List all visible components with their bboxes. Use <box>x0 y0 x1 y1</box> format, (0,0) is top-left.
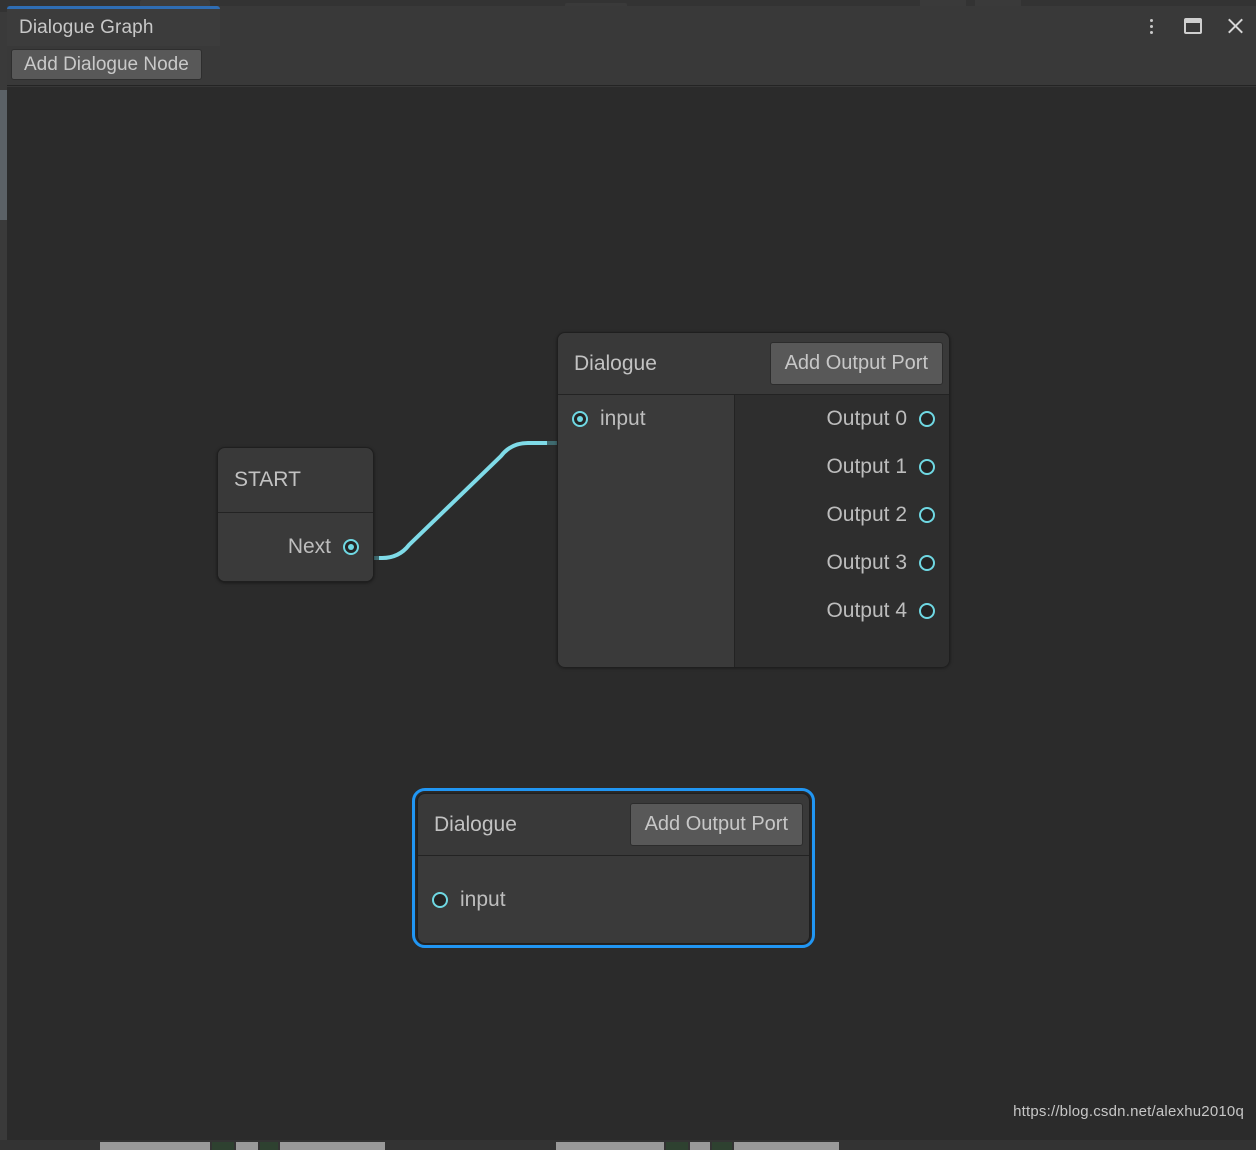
port-row-input[interactable]: input <box>558 395 734 443</box>
port-label-output-4: Output 4 <box>826 599 907 622</box>
port-label-input: input <box>600 407 646 430</box>
port-dot-input[interactable] <box>572 411 588 427</box>
port-row-next[interactable]: Next <box>218 513 373 581</box>
outer-bottom-ghost-c <box>236 1142 258 1150</box>
node-dialogue-1-title: Dialogue <box>574 351 657 375</box>
outer-bottom-ghost-e <box>280 1142 385 1150</box>
port-label-output-1: Output 1 <box>826 455 907 478</box>
port-dot-output-2[interactable] <box>919 507 935 523</box>
port-row-output-4[interactable]: Output 4 <box>735 587 949 635</box>
outer-bottom-ghost-j <box>734 1142 839 1150</box>
port-dot-output-3[interactable] <box>919 555 935 571</box>
node-start-output-column: Next <box>218 513 373 581</box>
watermark-text: https://blog.csdn.net/alexhu2010q <box>1013 1103 1244 1120</box>
port-dot-next[interactable] <box>343 539 359 555</box>
node-start-title: START <box>234 468 301 491</box>
port-dot-output-1[interactable] <box>919 459 935 475</box>
port-row-output-1[interactable]: Output 1 <box>735 443 949 491</box>
node-dialogue-1[interactable]: Dialogue Add Output Port input Output 0 <box>557 332 950 667</box>
outer-bottom-ghost-f <box>556 1142 664 1150</box>
node-dialogue-2-input-column: input <box>418 856 809 943</box>
add-output-port-button-1[interactable]: Add Output Port <box>769 342 943 385</box>
outer-bottom-ghost-h <box>690 1142 710 1150</box>
tab-label: Dialogue Graph <box>19 16 154 38</box>
port-row-output-0[interactable]: Output 0 <box>735 395 949 443</box>
graph-toolbar: Add Dialogue Node <box>7 46 1256 86</box>
node-start[interactable]: START Next <box>217 447 374 582</box>
node-start-body: Next <box>218 513 373 581</box>
window-tab-bar: Dialogue Graph <box>7 6 1256 46</box>
node-dialogue-2-body: input <box>418 856 809 943</box>
outer-bottom-ghost-i <box>712 1142 732 1150</box>
outer-editor-bottom-strip <box>0 1140 1256 1150</box>
kebab-menu-icon[interactable] <box>1138 13 1164 39</box>
node-dialogue-2[interactable]: Dialogue Add Output Port input <box>412 788 815 948</box>
graph-canvas[interactable]: START Next Dialogue Add Output Port inpu… <box>7 87 1256 1140</box>
close-icon[interactable] <box>1222 13 1248 39</box>
node-start-title-bar: START <box>218 448 373 513</box>
port-dot-output-0[interactable] <box>919 411 935 427</box>
port-label-output-3: Output 3 <box>826 551 907 574</box>
port-dot-input-2[interactable] <box>432 891 448 908</box>
node-dialogue-1-body: input Output 0 Output 1 Output 2 Output … <box>558 395 949 667</box>
add-dialogue-node-button[interactable]: Add Dialogue Node <box>11 49 202 80</box>
port-row-output-2[interactable]: Output 2 <box>735 491 949 539</box>
node-dialogue-2-title-bar: Dialogue Add Output Port <box>418 794 809 856</box>
port-dot-output-4[interactable] <box>919 603 935 619</box>
node-dialogue-2-title: Dialogue <box>434 812 517 836</box>
dialogue-graph-window: Dialogue Graph Add Dialogue Node START N… <box>0 0 1256 1150</box>
window-controls <box>1138 6 1248 46</box>
tab-dialogue-graph[interactable]: Dialogue Graph <box>7 6 220 46</box>
port-label-output-2: Output 2 <box>826 503 907 526</box>
outer-left-strip-highlight <box>0 90 7 220</box>
outer-bottom-ghost-g <box>666 1142 688 1150</box>
edge-start-to-dialogue1 <box>341 441 571 560</box>
port-label-input-2: input <box>460 887 506 911</box>
port-label-next: Next <box>287 535 331 558</box>
port-row-output-3[interactable]: Output 3 <box>735 539 949 587</box>
outer-bottom-ghost-a <box>100 1142 210 1150</box>
outer-bottom-ghost-d <box>260 1142 278 1150</box>
node-dialogue-1-input-column: input <box>558 395 734 667</box>
port-row-input-2[interactable]: input <box>418 856 809 943</box>
add-output-port-button-2[interactable]: Add Output Port <box>629 803 803 846</box>
port-label-output-0: Output 0 <box>826 407 907 430</box>
node-dialogue-1-output-column: Output 0 Output 1 Output 2 Output 3 Outp… <box>734 395 949 667</box>
outer-editor-left-strip <box>0 12 7 1150</box>
outer-bottom-ghost-b <box>212 1142 234 1150</box>
maximize-icon[interactable] <box>1180 13 1206 39</box>
node-dialogue-1-title-bar: Dialogue Add Output Port <box>558 333 949 395</box>
